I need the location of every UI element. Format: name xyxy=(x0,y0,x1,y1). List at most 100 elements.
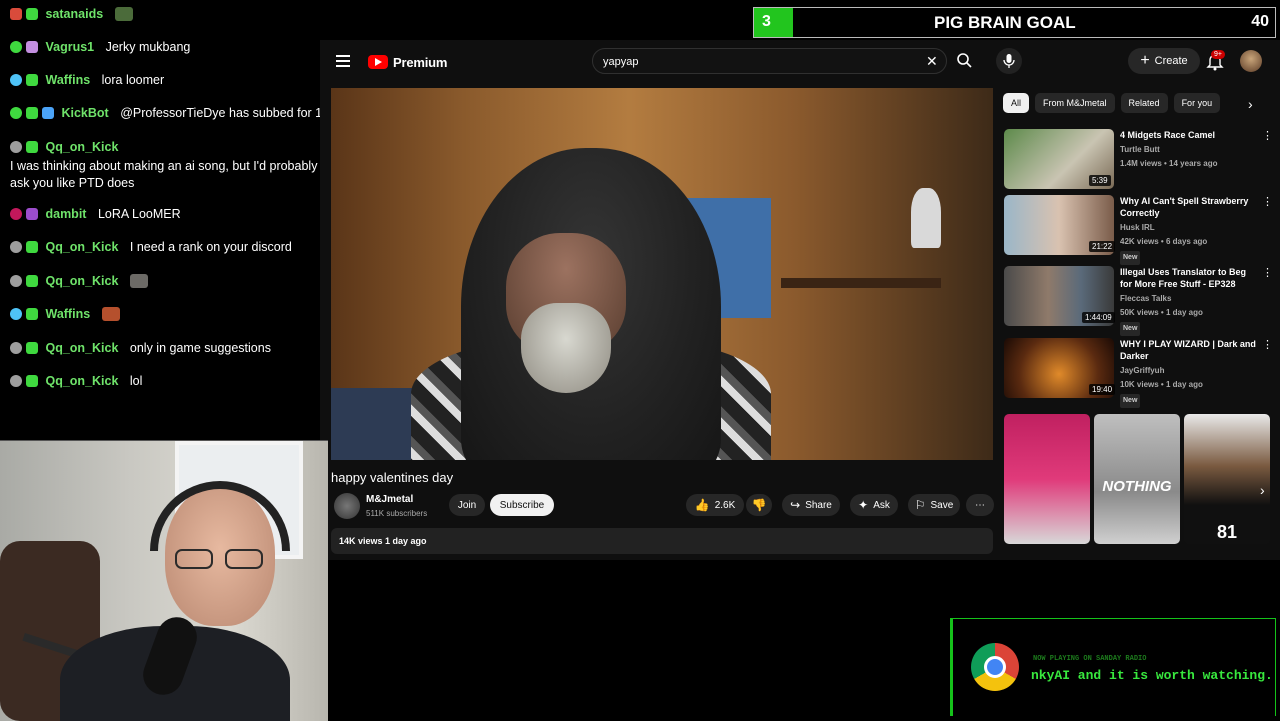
badge-icon xyxy=(10,342,22,354)
account-avatar[interactable] xyxy=(1240,50,1262,72)
badge-icon xyxy=(10,41,22,53)
chat-username: Qq_on_Kick xyxy=(45,140,119,154)
video-frame-beard xyxy=(521,303,611,393)
chat-message: Waffins lora loomer xyxy=(10,72,370,89)
brand-label: Premium xyxy=(393,54,448,70)
chip-for-you[interactable]: For you xyxy=(1173,93,1221,113)
search-button[interactable] xyxy=(952,48,978,74)
search-icon xyxy=(957,53,972,68)
chevron-right-icon[interactable]: › xyxy=(1248,96,1253,112)
chip-related[interactable]: Related xyxy=(1120,93,1168,113)
goal-current: 3 xyxy=(762,13,771,30)
subscribe-button[interactable]: Subscribe xyxy=(490,494,554,516)
share-label: Share xyxy=(805,499,832,511)
ask-button[interactable]: ✦ Ask xyxy=(850,494,898,516)
sub-badge-icon xyxy=(26,141,38,153)
create-button[interactable]: + Create xyxy=(1128,48,1200,74)
filter-chips: All From M&Jmetal Related For you xyxy=(1003,93,1226,113)
sub-badge-icon xyxy=(26,308,38,320)
chat-username: KickBot xyxy=(61,106,109,120)
video-frame-shelf xyxy=(781,278,941,288)
thumbs-down-icon: 👎 xyxy=(751,498,767,512)
recommendation-meta: 1.4M views • 14 years ago xyxy=(1120,159,1218,168)
new-badge: New xyxy=(1120,251,1141,265)
chat-text: I was thinking about making an ai song, … xyxy=(10,159,362,190)
recommendation-item[interactable]: 5:39 4 Midgets Race Camel Turtle Butt 1.… xyxy=(1004,129,1274,191)
more-actions-button[interactable]: ⋯ xyxy=(966,494,994,516)
create-label: Create xyxy=(1154,55,1188,67)
dislike-button[interactable]: 👎 xyxy=(746,494,772,516)
glasses-icon xyxy=(175,549,265,569)
chat-text: lora loomer xyxy=(101,73,165,87)
more-vertical-icon[interactable]: ⋮ xyxy=(1262,129,1273,142)
recommendation-title[interactable]: Why AI Can't Spell Strawberry Correctly xyxy=(1120,195,1260,219)
share-button[interactable]: ↪ Share xyxy=(782,494,840,516)
chat-message: dambit LoRA LooMER xyxy=(10,206,370,223)
chip-from-channel[interactable]: From M&Jmetal xyxy=(1035,93,1115,113)
more-vertical-icon[interactable]: ⋮ xyxy=(1262,338,1273,351)
recommendation-title[interactable]: Illegal Uses Translator to Beg for More … xyxy=(1120,266,1260,290)
youtube-window: Premium ✕ + Create 9+ happy valentine xyxy=(320,40,1280,560)
plus-icon: + xyxy=(1140,52,1150,69)
short-item[interactable]: 81 xyxy=(1184,414,1270,544)
recommendation-channel[interactable]: Turtle Butt xyxy=(1120,144,1260,156)
channel-name[interactable]: M&Jmetal xyxy=(366,494,413,505)
goal-title: PIG BRAIN GOAL xyxy=(934,13,1076,32)
join-button[interactable]: Join xyxy=(449,494,485,516)
search-input[interactable] xyxy=(601,53,905,71)
description-box[interactable]: 14K views 1 day ago xyxy=(331,528,993,554)
short-item[interactable]: NOTHING xyxy=(1094,414,1180,544)
chat-message: Waffins xyxy=(10,306,370,323)
chevron-right-icon[interactable]: › xyxy=(1260,482,1265,498)
chat-message: Qq_on_Kick I need a rank on your discord xyxy=(10,239,370,256)
recommendation-item[interactable]: 19:40 WHY I PLAY WIZARD | Dark and Darke… xyxy=(1004,338,1274,408)
chip-all[interactable]: All xyxy=(1003,93,1030,113)
chat-username: Waffins xyxy=(45,307,91,321)
recommendation-title[interactable]: 4 Midgets Race Camel xyxy=(1120,129,1260,141)
emote-icon xyxy=(129,274,148,288)
chip-label: Related xyxy=(1128,98,1160,108)
menu-icon[interactable] xyxy=(336,55,350,67)
sub-badge-icon xyxy=(26,241,38,253)
chat-overlay: satanaids Vagrus1 Jerky mukbang Waffins … xyxy=(0,0,370,440)
recommendation-text: Illegal Uses Translator to Beg for More … xyxy=(1120,266,1260,336)
chip-label: All xyxy=(1011,98,1022,108)
save-button[interactable]: ⚐ Save xyxy=(908,494,960,516)
recommendation-title[interactable]: WHY I PLAY WIZARD | Dark and Darker xyxy=(1120,338,1260,362)
recommendation-item[interactable]: 21:22 Why AI Can't Spell Strawberry Corr… xyxy=(1004,195,1274,265)
recommendation-channel[interactable]: Husk IRL xyxy=(1120,222,1260,234)
chat-message: KickBot @ProfessorTieDye has subbed for … xyxy=(10,105,370,122)
short-item[interactable] xyxy=(1004,414,1090,544)
verified-badge-icon xyxy=(26,107,38,119)
duration-badge: 5:39 xyxy=(1089,175,1111,186)
recommendation-item[interactable]: 1:44:09 Illegal Uses Translator to Beg f… xyxy=(1004,266,1274,336)
badge-icon xyxy=(10,241,22,253)
clear-search-icon[interactable]: ✕ xyxy=(926,53,938,70)
recommendation-text: Why AI Can't Spell Strawberry Correctly … xyxy=(1120,195,1260,265)
chat-username: Qq_on_Kick xyxy=(45,341,119,355)
more-vertical-icon[interactable]: ⋮ xyxy=(1262,195,1273,208)
more-vertical-icon[interactable]: ⋮ xyxy=(1262,266,1273,279)
notification-header: NOW PLAYING ON SANDAY RADIO xyxy=(1033,655,1147,663)
goal-target: 40 xyxy=(1251,13,1269,30)
gift-badge-icon xyxy=(26,41,38,53)
youtube-logo[interactable]: Premium xyxy=(368,53,447,71)
sparkle-icon: ✦ xyxy=(858,498,869,512)
video-frame-figurine xyxy=(911,188,941,248)
chat-username: dambit xyxy=(45,207,87,221)
voice-search-button[interactable] xyxy=(996,48,1022,74)
sub-badge-icon xyxy=(26,375,38,387)
more-icon: ⋯ xyxy=(975,499,985,511)
recommendation-channel[interactable]: JayGriffyuh xyxy=(1120,365,1260,377)
search-box[interactable]: ✕ xyxy=(592,48,947,74)
video-player[interactable] xyxy=(331,88,993,460)
recommendation-channel[interactable]: Fleccas Talks xyxy=(1120,293,1260,305)
chat-message: I was thinking about making an ai song, … xyxy=(10,158,370,192)
chat-username: satanaids xyxy=(45,7,104,21)
sub-badge-icon xyxy=(26,275,38,287)
chat-message: satanaids xyxy=(10,6,370,23)
channel-avatar[interactable] xyxy=(334,493,360,519)
chat-username: Qq_on_Kick xyxy=(45,274,119,288)
chat-text: only in game suggestions xyxy=(129,341,271,355)
like-button[interactable]: 👍 2.6K xyxy=(686,494,744,516)
